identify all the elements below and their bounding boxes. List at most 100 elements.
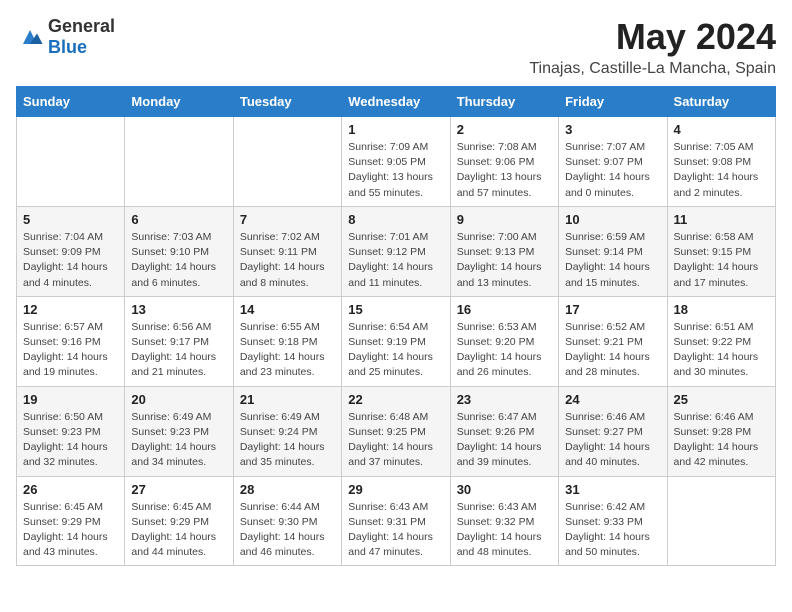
header-cell-saturday: Saturday: [667, 87, 775, 117]
day-cell: 19 Sunrise: 6:50 AM Sunset: 9:23 PM Dayli…: [17, 386, 125, 476]
day-cell: 3Sunrise: 7:07 AM Sunset: 9:07 PM Daylig…: [559, 117, 667, 207]
day-number: 8: [348, 212, 443, 227]
logo: General Blue: [16, 16, 115, 58]
day-info: Sunrise: 6:49 AM Sunset: 9:24 PM Dayligh…: [240, 410, 335, 471]
day-info: Sunrise: 6:57 AM Sunset: 9:16 PM Dayligh…: [23, 320, 118, 381]
week-row-2: 5 Sunrise: 7:04 AM Sunset: 9:09 PM Daylig…: [17, 206, 776, 296]
subtitle: Tinajas, Castille-La Mancha, Spain: [529, 60, 776, 78]
day-info: Sunrise: 6:45 AM Sunset: 9:29 PM Dayligh…: [23, 500, 118, 561]
day-cell: 26 Sunrise: 6:45 AM Sunset: 9:29 PM Dayli…: [17, 476, 125, 566]
week-row-5: 26 Sunrise: 6:45 AM Sunset: 9:29 PM Dayli…: [17, 476, 776, 566]
day-cell: 25 Sunrise: 6:46 AM Sunset: 9:28 PM Dayli…: [667, 386, 775, 476]
day-info: Sunrise: 6:47 AM Sunset: 9:26 PM Dayligh…: [457, 410, 552, 471]
day-cell: 15 Sunrise: 6:54 AM Sunset: 9:19 PM Dayli…: [342, 296, 450, 386]
day-info: Sunrise: 6:46 AM Sunset: 9:28 PM Dayligh…: [674, 410, 769, 471]
main-title: May 2024: [529, 16, 776, 58]
day-number: 5: [23, 212, 118, 227]
day-number: 22: [348, 392, 443, 407]
day-number: 7: [240, 212, 335, 227]
day-number: 24: [565, 392, 660, 407]
day-number: 2: [457, 122, 552, 137]
header-cell-wednesday: Wednesday: [342, 87, 450, 117]
day-cell: 2 Sunrise: 7:08 AM Sunset: 9:06 PM Daylig…: [450, 117, 558, 207]
header-cell-friday: Friday: [559, 87, 667, 117]
calendar-header-row: SundayMondayTuesdayWednesdayThursdayFrid…: [17, 87, 776, 117]
day-cell: 5 Sunrise: 7:04 AM Sunset: 9:09 PM Daylig…: [17, 206, 125, 296]
day-number: 21: [240, 392, 335, 407]
day-number: 15: [348, 302, 443, 317]
day-cell: 20Sunrise: 6:49 AM Sunset: 9:23 PM Dayli…: [125, 386, 233, 476]
day-number: 11: [674, 212, 769, 227]
day-info: Sunrise: 6:52 AM Sunset: 9:21 PM Dayligh…: [565, 320, 660, 381]
day-cell: 18Sunrise: 6:51 AM Sunset: 9:22 PM Dayli…: [667, 296, 775, 386]
day-number: 14: [240, 302, 335, 317]
day-number: 16: [457, 302, 552, 317]
day-info: Sunrise: 7:03 AM Sunset: 9:10 PM Dayligh…: [131, 230, 226, 291]
day-cell: [667, 476, 775, 566]
day-cell: [233, 117, 341, 207]
day-cell: 27Sunrise: 6:45 AM Sunset: 9:29 PM Dayli…: [125, 476, 233, 566]
day-cell: 12 Sunrise: 6:57 AM Sunset: 9:16 PM Dayli…: [17, 296, 125, 386]
day-number: 27: [131, 482, 226, 497]
day-cell: 17 Sunrise: 6:52 AM Sunset: 9:21 PM Dayli…: [559, 296, 667, 386]
day-cell: 14 Sunrise: 6:55 AM Sunset: 9:18 PM Dayli…: [233, 296, 341, 386]
day-number: 12: [23, 302, 118, 317]
day-cell: 7Sunrise: 7:02 AM Sunset: 9:11 PM Daylig…: [233, 206, 341, 296]
day-info: Sunrise: 6:58 AM Sunset: 9:15 PM Dayligh…: [674, 230, 769, 291]
day-number: 4: [674, 122, 769, 137]
day-info: Sunrise: 6:43 AM Sunset: 9:32 PM Dayligh…: [457, 500, 552, 561]
day-info: Sunrise: 6:54 AM Sunset: 9:19 PM Dayligh…: [348, 320, 443, 381]
day-number: 17: [565, 302, 660, 317]
day-number: 1: [348, 122, 443, 137]
logo-blue-text: Blue: [48, 37, 87, 57]
day-info: Sunrise: 6:42 AM Sunset: 9:33 PM Dayligh…: [565, 500, 660, 561]
day-cell: [125, 117, 233, 207]
day-info: Sunrise: 7:09 AM Sunset: 9:05 PM Dayligh…: [348, 140, 443, 201]
day-info: Sunrise: 7:04 AM Sunset: 9:09 PM Dayligh…: [23, 230, 118, 291]
week-row-3: 12 Sunrise: 6:57 AM Sunset: 9:16 PM Dayli…: [17, 296, 776, 386]
day-info: Sunrise: 6:44 AM Sunset: 9:30 PM Dayligh…: [240, 500, 335, 561]
day-number: 20: [131, 392, 226, 407]
day-cell: 1 Sunrise: 7:09 AM Sunset: 9:05 PM Daylig…: [342, 117, 450, 207]
day-cell: 29Sunrise: 6:43 AM Sunset: 9:31 PM Dayli…: [342, 476, 450, 566]
day-info: Sunrise: 6:46 AM Sunset: 9:27 PM Dayligh…: [565, 410, 660, 471]
header-cell-thursday: Thursday: [450, 87, 558, 117]
day-cell: 24 Sunrise: 6:46 AM Sunset: 9:27 PM Dayli…: [559, 386, 667, 476]
day-info: Sunrise: 6:43 AM Sunset: 9:31 PM Dayligh…: [348, 500, 443, 561]
day-info: Sunrise: 7:00 AM Sunset: 9:13 PM Dayligh…: [457, 230, 552, 291]
day-info: Sunrise: 7:05 AM Sunset: 9:08 PM Dayligh…: [674, 140, 769, 201]
day-number: 30: [457, 482, 552, 497]
day-number: 26: [23, 482, 118, 497]
day-info: Sunrise: 7:07 AM Sunset: 9:07 PM Dayligh…: [565, 140, 660, 201]
calendar-body: 1 Sunrise: 7:09 AM Sunset: 9:05 PM Daylig…: [17, 117, 776, 566]
day-info: Sunrise: 6:50 AM Sunset: 9:23 PM Dayligh…: [23, 410, 118, 471]
day-cell: 21 Sunrise: 6:49 AM Sunset: 9:24 PM Dayli…: [233, 386, 341, 476]
day-info: Sunrise: 6:56 AM Sunset: 9:17 PM Dayligh…: [131, 320, 226, 381]
day-number: 25: [674, 392, 769, 407]
day-info: Sunrise: 6:53 AM Sunset: 9:20 PM Dayligh…: [457, 320, 552, 381]
day-cell: 28 Sunrise: 6:44 AM Sunset: 9:30 PM Dayli…: [233, 476, 341, 566]
day-cell: 11 Sunrise: 6:58 AM Sunset: 9:15 PM Dayli…: [667, 206, 775, 296]
day-cell: 4 Sunrise: 7:05 AM Sunset: 9:08 PM Daylig…: [667, 117, 775, 207]
day-cell: 31 Sunrise: 6:42 AM Sunset: 9:33 PM Dayli…: [559, 476, 667, 566]
day-info: Sunrise: 6:59 AM Sunset: 9:14 PM Dayligh…: [565, 230, 660, 291]
logo-icon: [16, 23, 44, 51]
week-row-1: 1 Sunrise: 7:09 AM Sunset: 9:05 PM Daylig…: [17, 117, 776, 207]
day-info: Sunrise: 7:01 AM Sunset: 9:12 PM Dayligh…: [348, 230, 443, 291]
day-number: 10: [565, 212, 660, 227]
header: General Blue May 2024 Tinajas, Castille-…: [16, 16, 776, 78]
day-number: 28: [240, 482, 335, 497]
week-row-4: 19 Sunrise: 6:50 AM Sunset: 9:23 PM Dayli…: [17, 386, 776, 476]
header-cell-tuesday: Tuesday: [233, 87, 341, 117]
calendar-table: SundayMondayTuesdayWednesdayThursdayFrid…: [16, 86, 776, 566]
day-info: Sunrise: 6:55 AM Sunset: 9:18 PM Dayligh…: [240, 320, 335, 381]
day-number: 19: [23, 392, 118, 407]
day-info: Sunrise: 6:48 AM Sunset: 9:25 PM Dayligh…: [348, 410, 443, 471]
day-number: 31: [565, 482, 660, 497]
day-number: 18: [674, 302, 769, 317]
title-area: May 2024 Tinajas, Castille-La Mancha, Sp…: [529, 16, 776, 78]
day-cell: 10 Sunrise: 6:59 AM Sunset: 9:14 PM Dayli…: [559, 206, 667, 296]
header-cell-monday: Monday: [125, 87, 233, 117]
day-cell: 23Sunrise: 6:47 AM Sunset: 9:26 PM Dayli…: [450, 386, 558, 476]
day-info: Sunrise: 7:08 AM Sunset: 9:06 PM Dayligh…: [457, 140, 552, 201]
